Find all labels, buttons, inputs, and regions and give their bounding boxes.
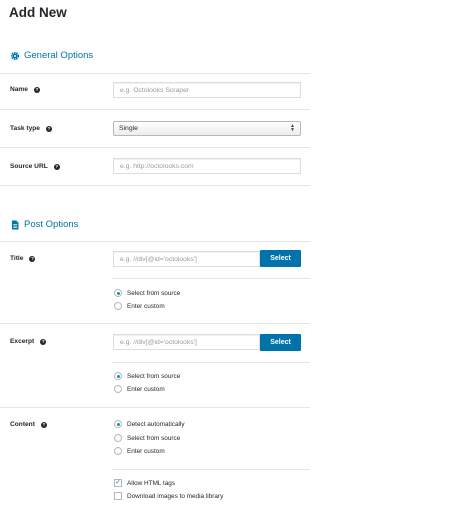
divider xyxy=(0,323,310,324)
content-option-enter-custom[interactable]: Enter custom xyxy=(114,447,165,455)
help-icon[interactable]: ? xyxy=(53,163,60,170)
radio-unselected[interactable] xyxy=(114,447,122,455)
radio-selected[interactable] xyxy=(114,372,122,380)
excerpt-option-enter-custom[interactable]: Enter custom xyxy=(114,385,165,393)
content-label-text: Content xyxy=(10,421,35,428)
divider xyxy=(0,185,310,186)
source-url-input[interactable]: e.g. http://octolooks.com xyxy=(113,158,301,174)
option-label: Select from source xyxy=(127,434,181,442)
task-type-select[interactable]: Single ▲ ▼ xyxy=(113,121,301,136)
source-url-placeholder: e.g. http://octolooks.com xyxy=(120,162,194,170)
option-label: Enter custom xyxy=(127,302,165,310)
checkbox-label: Allow HTML tags xyxy=(127,479,176,487)
help-icon[interactable]: ? xyxy=(40,421,47,428)
source-url-label: Source URL ? xyxy=(10,163,60,170)
page-title: Add New xyxy=(9,5,67,20)
divider xyxy=(112,362,310,363)
divider xyxy=(0,147,310,148)
download-images-option[interactable]: Download images to media library xyxy=(114,492,223,500)
name-label: Name ? xyxy=(10,86,40,93)
general-options-title: General Options xyxy=(24,50,94,61)
help-icon[interactable]: ? xyxy=(45,125,52,132)
radio-unselected[interactable] xyxy=(114,434,122,442)
checkbox-checked[interactable]: ✓ xyxy=(114,479,122,487)
divider xyxy=(0,109,310,110)
checkbox-unchecked[interactable] xyxy=(114,492,122,500)
help-icon[interactable]: ? xyxy=(29,255,36,262)
title-label: Title ? xyxy=(10,255,36,262)
title-xpath-input[interactable]: e.g. //div[@id='octolooks'] xyxy=(113,251,260,267)
excerpt-xpath-input[interactable]: e.g. //div[@id='octolooks'] xyxy=(113,334,260,350)
title-option-enter-custom[interactable]: Enter custom xyxy=(114,302,165,310)
option-label: Enter custom xyxy=(127,447,165,455)
excerpt-placeholder: e.g. //div[@id='octolooks'] xyxy=(120,338,197,346)
divider xyxy=(112,469,310,470)
option-label: Detect automatically xyxy=(127,420,185,428)
post-options-heading: Post Options xyxy=(10,219,78,230)
option-label: Enter custom xyxy=(127,385,165,393)
divider xyxy=(0,73,310,74)
excerpt-select-button[interactable]: Select xyxy=(260,334,301,351)
task-type-label: Task type ? xyxy=(10,125,52,132)
divider xyxy=(112,278,310,279)
name-input[interactable]: e.g. Octolooks Scraper xyxy=(113,82,301,98)
name-label-text: Name xyxy=(10,86,28,93)
task-type-value: Single xyxy=(119,125,138,132)
radio-selected[interactable] xyxy=(114,420,122,428)
content-option-detect-automatically[interactable]: Detect automatically xyxy=(114,420,185,428)
checkbox-label: Download images to media library xyxy=(127,492,224,500)
radio-selected[interactable] xyxy=(114,289,122,297)
allow-html-tags-option[interactable]: ✓ Allow HTML tags xyxy=(114,479,175,487)
title-placeholder: e.g. //div[@id='octolooks'] xyxy=(120,255,197,263)
task-type-label-text: Task type xyxy=(10,125,40,132)
general-options-heading: General Options xyxy=(10,50,93,61)
help-icon[interactable]: ? xyxy=(40,338,47,345)
post-options-title: Post Options xyxy=(24,219,79,230)
gear-icon xyxy=(10,51,20,61)
content-label: Content ? xyxy=(10,421,47,428)
title-option-select-from-source[interactable]: Select from source xyxy=(114,289,180,297)
radio-unselected[interactable] xyxy=(114,385,122,393)
divider xyxy=(0,241,310,242)
name-placeholder: e.g. Octolooks Scraper xyxy=(120,86,190,94)
title-select-button[interactable]: Select xyxy=(260,250,301,267)
excerpt-label: Excerpt ? xyxy=(10,338,47,345)
excerpt-option-select-from-source[interactable]: Select from source xyxy=(114,372,180,380)
option-label: Select from source xyxy=(127,372,181,380)
help-icon[interactable]: ? xyxy=(33,86,40,93)
source-url-label-text: Source URL xyxy=(10,163,48,170)
divider xyxy=(0,407,310,408)
option-label: Select from source xyxy=(127,289,181,297)
title-label-text: Title xyxy=(10,255,24,262)
document-icon xyxy=(10,220,20,230)
radio-unselected[interactable] xyxy=(114,302,122,310)
content-option-select-from-source[interactable]: Select from source xyxy=(114,434,180,442)
excerpt-label-text: Excerpt xyxy=(10,338,35,345)
select-arrows-icon: ▲ ▼ xyxy=(290,123,295,133)
